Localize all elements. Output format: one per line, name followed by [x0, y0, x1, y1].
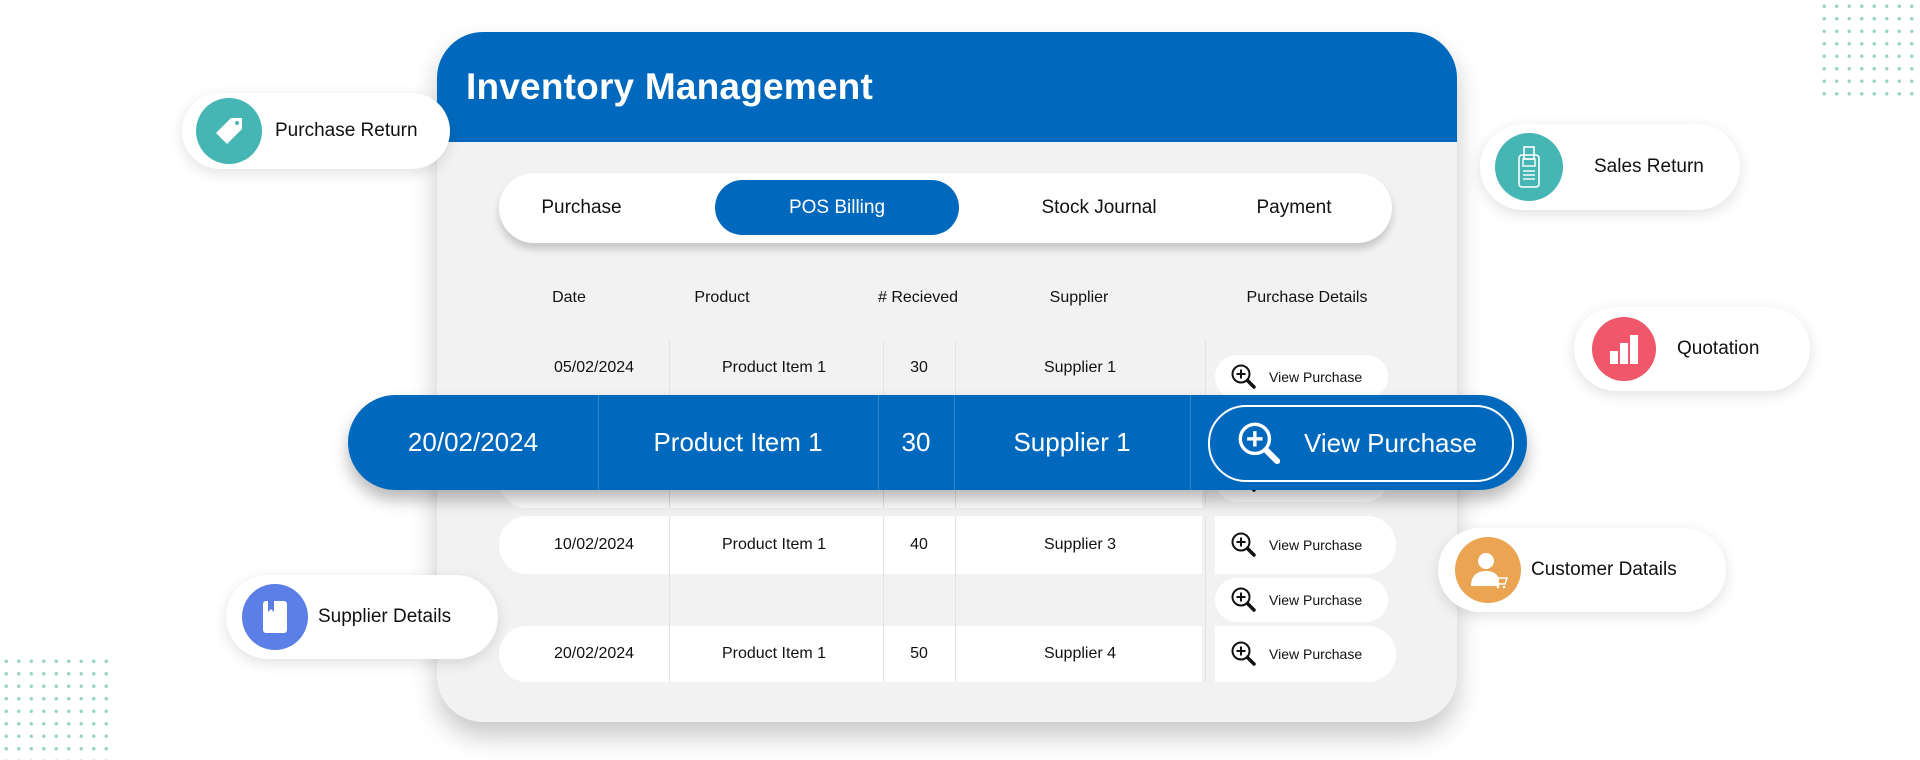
tab-purchase[interactable]: Purchase [519, 180, 644, 235]
cell-received: 30 [910, 359, 928, 376]
price-tag-icon [216, 118, 242, 144]
cell-supplier: Supplier 1 [1043, 359, 1117, 376]
cell-product: Product Item 1 [721, 359, 827, 376]
view-purchase-button[interactable]: View Purchase [1215, 626, 1396, 682]
column-divider [1205, 626, 1206, 682]
sales-return-icon-circle [1495, 133, 1563, 201]
table-row: 20/02/2024 Product Item 1 50 Supplier 4 … [499, 626, 1396, 682]
column-header-date: Date [552, 289, 586, 306]
table-row: 10/02/2024 Product Item 1 40 Supplier 3 … [499, 516, 1396, 574]
column-header-received: # Recieved [877, 289, 959, 306]
zoom-in-icon [1238, 422, 1281, 464]
column-divider [1205, 340, 1206, 396]
sales-return-callout[interactable]: Sales Return [1480, 124, 1740, 210]
card-header: Inventory Management [437, 32, 1457, 142]
column-divider [883, 574, 884, 626]
column-divider [669, 574, 670, 626]
table-row: View Purchase [499, 574, 1396, 626]
zoom-in-icon [1231, 587, 1256, 612]
cell-date: 20/02/2024 [553, 645, 635, 662]
highlighted-view-purchase-label: View Purchase [1304, 428, 1477, 458]
quotation-label: Quotation [1677, 338, 1760, 359]
bar-chart-icon [1610, 335, 1638, 364]
view-purchase-label: View Purchase [1269, 537, 1363, 553]
zoom-in-icon [1231, 532, 1256, 557]
highlighted-view-purchase-button[interactable]: View Purchase [1208, 405, 1514, 482]
card-terminal-icon [1518, 146, 1540, 188]
cell-date: 05/02/2024 [553, 359, 635, 376]
view-purchase-label: View Purchase [1269, 646, 1363, 662]
decorative-dot-grid-bottom-left [0, 655, 108, 760]
view-purchase-button[interactable]: View Purchase [1215, 355, 1388, 399]
supplier-details-icon-circle [242, 584, 308, 650]
purchase-return-label: Purchase Return [275, 120, 418, 141]
view-purchase-label: View Purchase [1269, 592, 1363, 608]
sales-return-label: Sales Return [1594, 156, 1704, 177]
zoom-in-icon [1231, 641, 1256, 666]
cell-received: 40 [910, 536, 928, 553]
supplier-details-label: Supplier Details [318, 606, 452, 627]
highlighted-table-row[interactable]: 20/02/2024 Product Item 1 30 Supplier 1 … [348, 395, 1527, 490]
purchase-return-callout[interactable]: Purchase Return [182, 93, 450, 169]
column-divider [1190, 395, 1191, 490]
highlighted-cell-received: 30 [901, 427, 931, 457]
customer-details-callout[interactable]: Customer Datails [1438, 528, 1726, 612]
customer-cart-icon [1471, 553, 1509, 589]
bookmark-book-icon [263, 601, 287, 633]
column-header-purchase-details: Purchase Details [1246, 289, 1368, 306]
cell-received: 50 [910, 645, 928, 662]
supplier-details-callout[interactable]: Supplier Details [226, 575, 498, 659]
tab-pos-billing[interactable]: POS Billing [715, 180, 959, 235]
page-title: Inventory Management [466, 66, 873, 107]
table-row: 05/02/2024 Product Item 1 30 Supplier 1 … [499, 340, 1396, 399]
tab-payment[interactable]: Payment [1214, 180, 1374, 235]
cell-supplier: Supplier 4 [1043, 645, 1117, 662]
view-purchase-button[interactable]: View Purchase [1215, 516, 1396, 574]
highlighted-cell-product: Product Item 1 [653, 427, 823, 457]
tab-stock-journal[interactable]: Stock Journal [999, 180, 1199, 235]
quotation-icon-circle [1592, 317, 1656, 381]
tab-bar: Purchase POS Billing Stock Journal Payme… [499, 173, 1392, 243]
column-header-supplier: Supplier [1049, 289, 1109, 306]
decorative-dot-grid-top-right [1818, 0, 1920, 104]
cell-supplier: Supplier 3 [1043, 536, 1117, 553]
column-divider [1205, 574, 1206, 626]
cell-product: Product Item 1 [721, 645, 827, 662]
cell-date: 10/02/2024 [553, 536, 635, 553]
view-purchase-label: View Purchase [1269, 369, 1363, 385]
customer-details-icon-circle [1455, 537, 1521, 603]
cell-product: Product Item 1 [721, 536, 827, 553]
column-divider [955, 574, 956, 626]
inventory-card: Inventory Management Purchase POS Billin… [437, 32, 1457, 722]
view-purchase-button[interactable]: View Purchase [1215, 578, 1388, 622]
highlighted-cell-date: 20/02/2024 [407, 427, 539, 457]
highlighted-cell-supplier: Supplier 1 [1013, 427, 1131, 457]
zoom-in-icon [1231, 364, 1256, 389]
purchase-return-icon-circle [196, 98, 262, 164]
customer-details-label: Customer Datails [1531, 559, 1677, 580]
column-divider [1205, 516, 1206, 574]
column-header-product: Product [694, 289, 750, 306]
quotation-callout[interactable]: Quotation [1574, 307, 1810, 391]
